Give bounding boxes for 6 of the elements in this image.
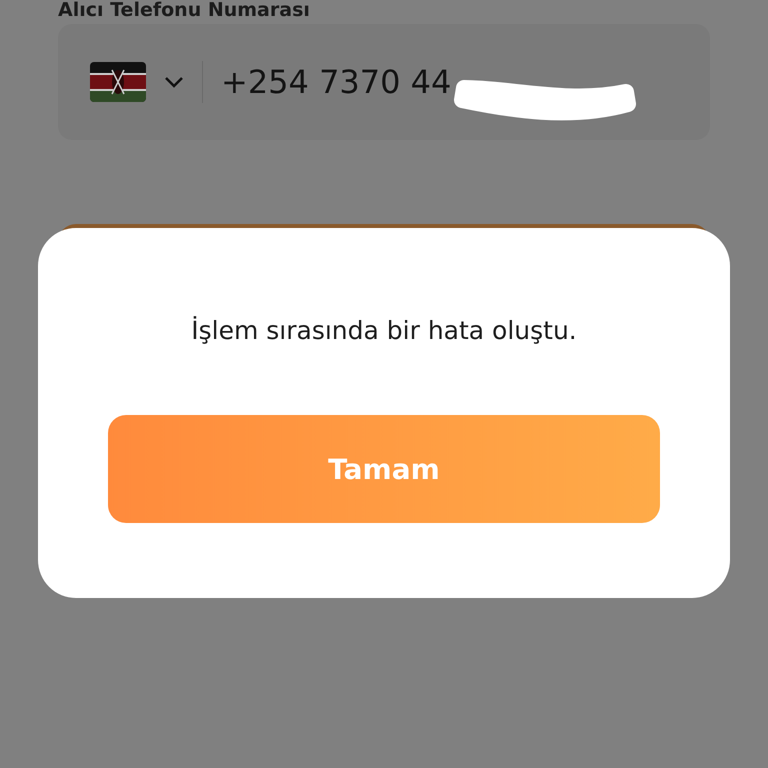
phone-number: +254 7370 44 [221, 63, 452, 101]
error-message: İşlem sırasında bir hata oluştu. [191, 316, 577, 345]
phone-field[interactable]: +254 7370 44 [58, 24, 710, 140]
kenya-flag-icon [90, 62, 146, 102]
chevron-down-icon[interactable] [164, 76, 184, 88]
phone-label: Alıcı Telefonu Numarası [58, 0, 311, 20]
